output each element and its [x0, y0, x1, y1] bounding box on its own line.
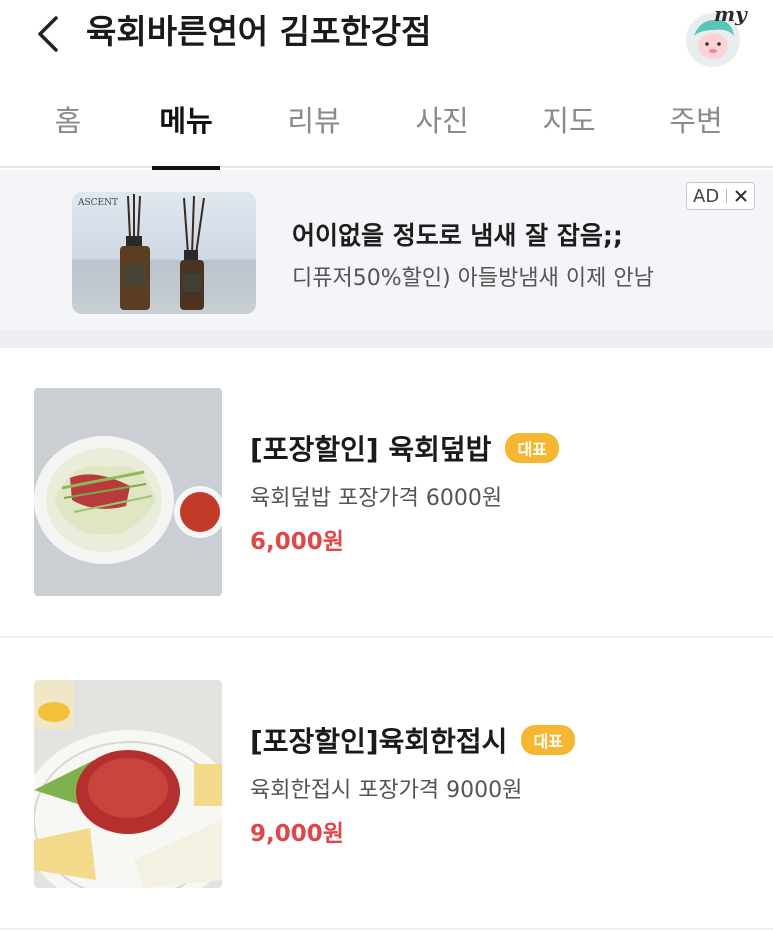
avatar-label: my — [714, 2, 747, 26]
ad-banner[interactable]: ASCENT 어이없을 정도로 냄새 잘 잡음;; 디퓨저50%할인) 아들방냄… — [0, 170, 773, 330]
menu-item-price: 6,000원 — [250, 529, 344, 555]
ad-subtext[interactable]: 디퓨저50%할인) 아들방냄새 이제 안남 — [292, 260, 654, 292]
menu-item-name[interactable]: [포장할인] 육회덮밥 — [250, 428, 491, 468]
tab-menu[interactable]: 메뉴 — [152, 98, 220, 170]
yukhoe-plate-image — [34, 680, 222, 888]
signature-badge: 대표 — [505, 433, 559, 463]
menu-item[interactable]: [포장할인]육회한접시 대표 육회한접시 포장가격 9000원 9,000원 — [0, 640, 773, 930]
header: 육회바른연어 김포한강점 my — [0, 0, 773, 70]
page-title: 육회바른연어 김포한강점 — [86, 12, 432, 51]
ad-image[interactable]: ASCENT — [72, 192, 256, 314]
my-profile-button[interactable]: my — [680, 2, 747, 68]
menu-item-description: 육회덮밥 포장가격 6000원 — [250, 486, 503, 511]
tab-map[interactable]: 지도 — [535, 98, 603, 168]
section-divider — [0, 330, 773, 348]
close-icon[interactable] — [734, 189, 748, 203]
menu-item-name[interactable]: [포장할인]육회한접시 — [250, 720, 507, 760]
tab-home[interactable]: 홈 — [38, 98, 98, 168]
yukhoe-bowl-image — [34, 388, 222, 596]
menu-item-price: 9,000원 — [250, 821, 344, 847]
menu-item[interactable]: [포장할인] 육회덮밥 대표 육회덮밥 포장가격 6000원 6,000원 — [0, 348, 773, 638]
ad-label: AD — [693, 185, 720, 207]
back-button[interactable] — [28, 12, 68, 56]
ad-divider — [726, 189, 728, 203]
diffuser-bottles-image — [120, 194, 205, 310]
tab-photo[interactable]: 사진 — [408, 98, 476, 168]
ad-badge[interactable]: AD — [686, 182, 756, 210]
tab-review[interactable]: 리뷰 — [280, 98, 348, 168]
menu-item-image[interactable] — [34, 680, 222, 888]
menu-item-description: 육회한접시 포장가격 9000원 — [250, 778, 523, 803]
ad-headline[interactable]: 어이없을 정도로 냄새 잘 잡음;; — [292, 216, 623, 252]
menu-item-name-row: [포장할인]육회한접시 대표 — [250, 720, 575, 760]
signature-badge: 대표 — [521, 725, 575, 755]
chevron-left-icon — [38, 16, 58, 52]
menu-item-name-row: [포장할인] 육회덮밥 대표 — [250, 428, 559, 468]
tab-bar: 홈 메뉴 리뷰 사진 지도 주변 — [0, 84, 773, 170]
tab-nearby[interactable]: 주변 — [662, 98, 730, 168]
menu-item-image[interactable] — [34, 388, 222, 596]
